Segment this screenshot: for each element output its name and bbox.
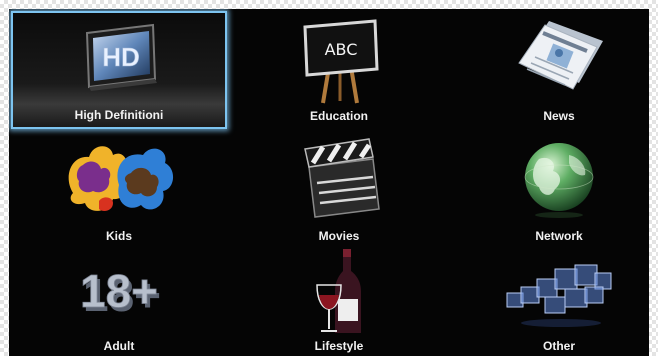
clapperboard-icon <box>304 138 380 218</box>
menu-item-label: Other <box>542 339 575 353</box>
menu-item-high-definition[interactable]: HD High Definitioni <box>11 11 227 129</box>
menu-item-label: News <box>543 109 575 123</box>
menu-item-lifestyle[interactable]: Lifestyle <box>231 241 447 356</box>
hand-prints-icon <box>68 146 174 211</box>
globe-icon <box>524 143 594 218</box>
eighteen-plus-icon: 18+ 18+ <box>80 265 161 321</box>
menu-item-other[interactable]: Other <box>451 241 649 356</box>
hd-tv-icon: HD <box>85 23 157 91</box>
menu-item-kids[interactable]: Kids <box>11 131 227 249</box>
svg-text:HD: HD <box>102 42 140 72</box>
menu-item-label: Adult <box>103 339 135 353</box>
svg-text:ABC: ABC <box>325 40 358 59</box>
menu-item-movies[interactable]: Movies <box>231 131 447 249</box>
menu-item-adult[interactable]: 18+ 18+ Adult <box>11 241 227 356</box>
chalkboard-abc-icon: ABC <box>303 19 379 104</box>
cubes-icon <box>506 264 612 327</box>
menu-item-label: High Definitioni <box>74 108 164 122</box>
wine-bottle-glass-icon <box>316 249 361 333</box>
menu-item-news[interactable]: News <box>451 11 649 129</box>
tv-menu-screen: HD High Definitioni ABC Education News K… <box>9 9 649 356</box>
menu-item-network[interactable]: Network <box>451 131 649 249</box>
menu-item-education[interactable]: ABC Education <box>231 11 447 129</box>
newspaper-icon <box>518 21 603 90</box>
menu-item-label: Lifestyle <box>314 339 364 353</box>
category-grid: HD High Definitioni ABC Education News K… <box>9 9 649 356</box>
svg-text:18+: 18+ <box>80 265 158 317</box>
menu-item-label: Education <box>309 109 368 123</box>
